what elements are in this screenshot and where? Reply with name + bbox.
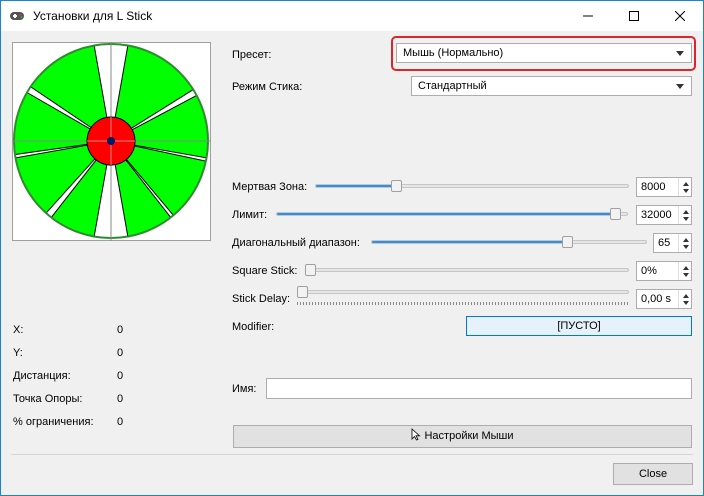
deadzone-slider-fill: [316, 185, 394, 187]
spin-up-icon[interactable]: [683, 210, 689, 214]
name-input[interactable]: [266, 378, 692, 399]
deadzone-slider-track[interactable]: [315, 184, 629, 188]
diagonal-value: 65: [658, 237, 671, 249]
spin-down-icon[interactable]: [683, 273, 689, 277]
spin-separator: [678, 234, 679, 252]
y-value: 0: [117, 347, 124, 359]
y-label: Y:: [13, 347, 23, 359]
spin-up-icon[interactable]: [683, 294, 689, 298]
window-title: Установки для L Stick: [33, 9, 153, 23]
spin-up-icon[interactable]: [683, 182, 689, 186]
diagonal-slider-track[interactable]: [371, 240, 647, 244]
mouse-settings-button[interactable]: Настройки Мыши: [233, 425, 692, 448]
spin-down-icon[interactable]: [683, 245, 689, 249]
modifier-button[interactable]: [ПУСТО]: [466, 316, 692, 336]
maximize-button[interactable]: [611, 1, 657, 31]
spin-down-icon[interactable]: [683, 189, 689, 193]
stick-mode-label: Режим Стика:: [232, 81, 303, 93]
stick-mode-select[interactable]: Стандартный: [411, 76, 692, 96]
diagonal-spinbox[interactable]: 65: [653, 233, 692, 253]
spin-separator: [678, 262, 679, 280]
close-icon: [675, 11, 685, 21]
x-label: X:: [13, 324, 24, 336]
limit-slider-track[interactable]: [276, 212, 628, 216]
limit-value: 32000: [641, 209, 672, 221]
close-window-button[interactable]: [657, 1, 703, 31]
limit-pct-value: 0: [117, 416, 124, 428]
stick-delay-spinbox[interactable]: 0,00 s: [636, 289, 692, 309]
gamepad-icon: [10, 12, 24, 20]
limit-slider-fill: [277, 213, 620, 215]
limit-label: Лимит:: [232, 209, 268, 221]
deadzone-value: 8000: [641, 181, 666, 193]
spin-up-icon[interactable]: [683, 238, 689, 242]
square-stick-value: 0%: [641, 265, 657, 277]
minimize-button[interactable]: [565, 1, 611, 31]
close-button[interactable]: Close: [613, 463, 693, 485]
spin-down-icon[interactable]: [683, 301, 689, 305]
stick-mode-value: Стандартный: [418, 80, 487, 92]
title-bar: Установки для L Stick: [1, 1, 703, 31]
deadzone-slider-handle[interactable]: [391, 180, 402, 192]
dialog-body: X: 0 Y: 0 Дистанция: 0 Точка Опоры: 0 % …: [1, 31, 703, 495]
stick-delay-value: 0,00 s: [641, 293, 671, 305]
square-stick-slider-handle[interactable]: [305, 264, 316, 276]
spin-separator: [678, 178, 679, 196]
square-stick-label: Square Stick:: [232, 265, 298, 277]
stick-delay-slider-handle[interactable]: [297, 286, 308, 298]
distance-label: Дистанция:: [13, 370, 71, 382]
stick-delay-slider-track[interactable]: [297, 290, 629, 294]
diagonal-slider-fill: [372, 241, 570, 243]
stick-preview: [12, 42, 211, 241]
limit-pct-label: % ограничения:: [13, 416, 94, 428]
stick-delay-label: Stick Delay:: [232, 293, 291, 305]
stick-delay-ticks: [297, 302, 629, 305]
limit-spinbox[interactable]: 32000: [636, 205, 692, 225]
spin-down-icon[interactable]: [683, 217, 689, 221]
deadzone-label: Мертвая Зона:: [232, 181, 308, 193]
anchor-label: Точка Опоры:: [13, 393, 83, 405]
maximize-icon: [629, 11, 639, 21]
square-stick-slider-track[interactable]: [305, 268, 629, 272]
spin-up-icon[interactable]: [683, 266, 689, 270]
square-stick-spinbox[interactable]: 0%: [636, 261, 692, 281]
deadzone-spinbox[interactable]: 8000: [636, 177, 692, 197]
stick-position-dot: [107, 137, 115, 145]
preset-label: Пресет:: [232, 49, 272, 61]
cursor-icon: [412, 428, 422, 441]
diagonal-label: Диагональный диапазон:: [232, 237, 360, 249]
distance-value: 0: [117, 370, 124, 382]
mouse-settings-label: Настройки Мыши: [424, 430, 514, 442]
spin-separator: [678, 290, 679, 308]
minimize-icon: [583, 15, 593, 17]
spin-separator: [678, 206, 679, 224]
modifier-label: Modifier:: [232, 321, 275, 333]
x-value: 0: [117, 324, 124, 336]
limit-slider-handle[interactable]: [610, 208, 621, 220]
divider: [11, 454, 693, 455]
anchor-value: 0: [117, 393, 124, 405]
name-label: Имя:: [232, 383, 257, 395]
diagonal-slider-handle[interactable]: [562, 236, 573, 248]
preset-highlight: [391, 36, 696, 71]
stick-settings-window: Установки для L Stick X: 0 Y: 0 Дистанци…: [0, 0, 704, 496]
chevron-down-icon: [676, 84, 684, 89]
